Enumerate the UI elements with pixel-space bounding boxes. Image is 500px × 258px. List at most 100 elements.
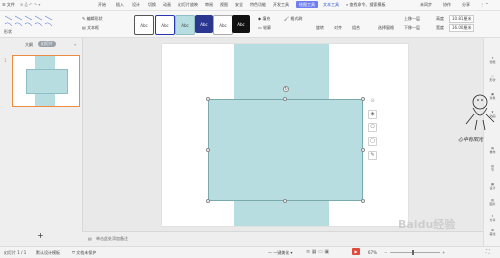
resize-handle-w[interactable] — [206, 148, 210, 152]
sidebar-item-smart[interactable]: ✦ 智能 — [486, 56, 499, 64]
style-swatch-plain[interactable]: Abc — [213, 15, 233, 35]
baidu-watermark: Baidu经验 — [398, 218, 456, 231]
sidebar-item-section[interactable]: ▥ 节 — [486, 164, 499, 172]
fill-icon: ◆ — [258, 16, 262, 21]
doc-protect-status[interactable]: ⛉ 文档未保护 — [72, 250, 96, 256]
play-slideshow-icon[interactable]: ▶ — [352, 248, 360, 255]
zoom-slider[interactable] — [390, 252, 440, 253]
resize-handle-nw[interactable] — [206, 97, 210, 101]
menu-transition[interactable]: 切换 — [148, 2, 156, 8]
align-button[interactable]: 对齐 — [334, 25, 342, 31]
layers-icon[interactable]: ◈ — [368, 110, 377, 119]
format-brush-button[interactable]: 🖌 格式刷 — [284, 16, 302, 22]
outline-icon: ▭ — [258, 25, 262, 30]
quick-access-icons[interactable]: ⊞ ⎙ ↶ ↷ ▾ — [20, 2, 40, 7]
selected-rectangle[interactable] — [208, 99, 363, 201]
zoom-level[interactable]: 67% — [368, 250, 377, 255]
send-backward-button[interactable]: 下移一层 — [404, 25, 420, 31]
swatch-label: Abc — [200, 21, 208, 27]
edit-shape-button[interactable]: ✎ 编辑形状 — [82, 16, 103, 22]
sidebar-item-image[interactable]: ▧ 图片 — [486, 198, 499, 206]
sidebar-item-design[interactable]: ▦ 设计 — [486, 182, 499, 190]
outline-style-icon[interactable]: ▢ — [368, 137, 377, 146]
view-mode-icons[interactable]: ≡ ▦ ▭ ▣ — [306, 249, 329, 255]
style-swatch-navy[interactable]: Abc — [195, 15, 213, 33]
fit-window-icon[interactable]: ⛶ — [486, 249, 490, 255]
shape-fill-icon[interactable]: ⬠ — [368, 123, 377, 132]
collaborate-button[interactable]: 协作 — [443, 2, 451, 8]
sidebar-item-shape[interactable]: ◇ 形状 — [486, 74, 499, 82]
notes-area[interactable]: ▤ 单击此处添加备注 — [82, 231, 483, 246]
menu-start[interactable]: 开始 — [98, 2, 106, 8]
menu-text-tools[interactable]: 文本工具 — [323, 2, 339, 8]
more-icon[interactable]: ⋮ ⌃ — [480, 2, 489, 7]
resize-handle-s[interactable] — [283, 199, 287, 203]
resize-handle-ne[interactable] — [361, 97, 365, 101]
style-swatch-teal[interactable]: Abc — [175, 15, 195, 35]
pen-icon[interactable]: ✎ — [368, 151, 377, 160]
menu-slideshow[interactable]: 幻灯片放映 — [178, 2, 198, 8]
resize-handle-e[interactable] — [361, 148, 365, 152]
shape-label[interactable]: 形状 — [4, 29, 12, 35]
menu-animation[interactable]: 动画 — [163, 2, 171, 8]
zoom-out-icon[interactable]: − — [384, 250, 387, 255]
ribbon-toolbar: 形状 ✎ 编辑形状 ▤ 文本框 Abc Abc Abc Abc Abc Abc … — [0, 11, 500, 38]
notes-placeholder: 单击此处添加备注 — [96, 236, 128, 241]
bring-forward-button[interactable]: 上移一层 — [404, 16, 420, 22]
theme-name[interactable]: 默认设计模板 — [36, 250, 60, 256]
menu-bar: ☰ 文件 ⊞ ⎙ ↶ ↷ ▾ 开始 插入 设计 切换 动画 幻灯片放映 审阅 视… — [0, 0, 500, 11]
rotate-button[interactable]: 旋转 — [316, 25, 324, 31]
sync-status[interactable]: 未同步 — [420, 2, 432, 8]
shield-icon: ⛉ — [72, 250, 75, 255]
menu-security[interactable]: 安全 — [235, 2, 243, 8]
select-pane-button[interactable]: 选择窗格 — [378, 25, 394, 31]
height-input[interactable]: 10.81厘米 — [449, 15, 475, 23]
width-input[interactable]: 16.00厘米 — [449, 24, 475, 32]
collapse-panel-icon[interactable]: « — [74, 42, 76, 47]
swatch-label: Abc — [219, 22, 227, 28]
menu-features[interactable]: 特色功能 — [250, 2, 266, 8]
style-swatch-black[interactable]: Abc — [232, 15, 250, 33]
sidebar-item-beautify[interactable]: ✿ 美化 — [486, 228, 499, 236]
resize-handle-se[interactable] — [361, 199, 365, 203]
menu-devtools[interactable]: 开发工具 — [273, 2, 289, 8]
resize-handle-sw[interactable] — [206, 199, 210, 203]
menu-file[interactable]: ☰ 文件 — [2, 2, 15, 8]
sidebar-item-share[interactable]: ⇪ 分享 — [486, 214, 499, 222]
tab-outline[interactable]: 大纲 — [25, 42, 33, 48]
height-label: 高度 — [436, 16, 444, 21]
zoom-slider-thumb[interactable] — [412, 250, 414, 255]
style-swatch-blue-outline[interactable]: Abc — [155, 15, 175, 35]
fill-button[interactable]: ◆ 填充 — [258, 16, 270, 22]
swatch-label: Abc — [237, 21, 245, 27]
command-search[interactable]: ⌕ 查找命令、搜索模板 — [346, 2, 386, 8]
group-button[interactable]: 组合 — [352, 25, 360, 31]
slide-thumbnail[interactable] — [12, 55, 80, 107]
search-icon: ⌕ — [346, 2, 349, 7]
thumb-shape-horizontal — [26, 69, 68, 94]
status-bar: 幻灯片 1 / 1 默认设计模板 ⛉ 文档未保护 — 一键美化 ▾ ≡ ▦ ▭ … — [0, 246, 500, 258]
slide-count: 幻灯片 1 / 1 — [4, 250, 27, 255]
outline-button[interactable]: ▭ 轮廓 — [258, 25, 271, 31]
notes-icon: ▤ — [88, 236, 92, 241]
menu-design[interactable]: 设计 — [132, 2, 140, 8]
menu-drawing-tools[interactable]: 绘图工具 — [296, 1, 318, 8]
menu-review[interactable]: 审阅 — [205, 2, 213, 8]
beautify-button[interactable]: — 一键美化 ▾ — [268, 250, 293, 256]
width-label: 宽度 — [436, 25, 444, 30]
watermark-text: 心中有阳光 — [458, 137, 484, 143]
edit-shape-icon: ✎ — [82, 16, 86, 21]
add-slide-button[interactable]: + — [37, 231, 44, 240]
swatch-label: Abc — [140, 22, 148, 28]
resize-handle-n[interactable] — [283, 97, 287, 101]
collapse-float-icon[interactable]: ⊖ — [368, 98, 377, 107]
zoom-in-icon[interactable]: + — [442, 250, 445, 255]
rotate-handle-icon[interactable]: ↻ — [283, 86, 289, 92]
menu-view[interactable]: 视图 — [220, 2, 228, 8]
textbox-button[interactable]: ▤ 文本框 — [82, 25, 99, 31]
swatch-label: Abc — [181, 22, 189, 28]
menu-insert[interactable]: 插入 — [116, 2, 124, 8]
tab-slides[interactable]: 幻灯片 — [38, 41, 56, 47]
share-button[interactable]: 分享 — [462, 2, 470, 8]
style-swatch-white[interactable]: Abc — [134, 15, 154, 35]
